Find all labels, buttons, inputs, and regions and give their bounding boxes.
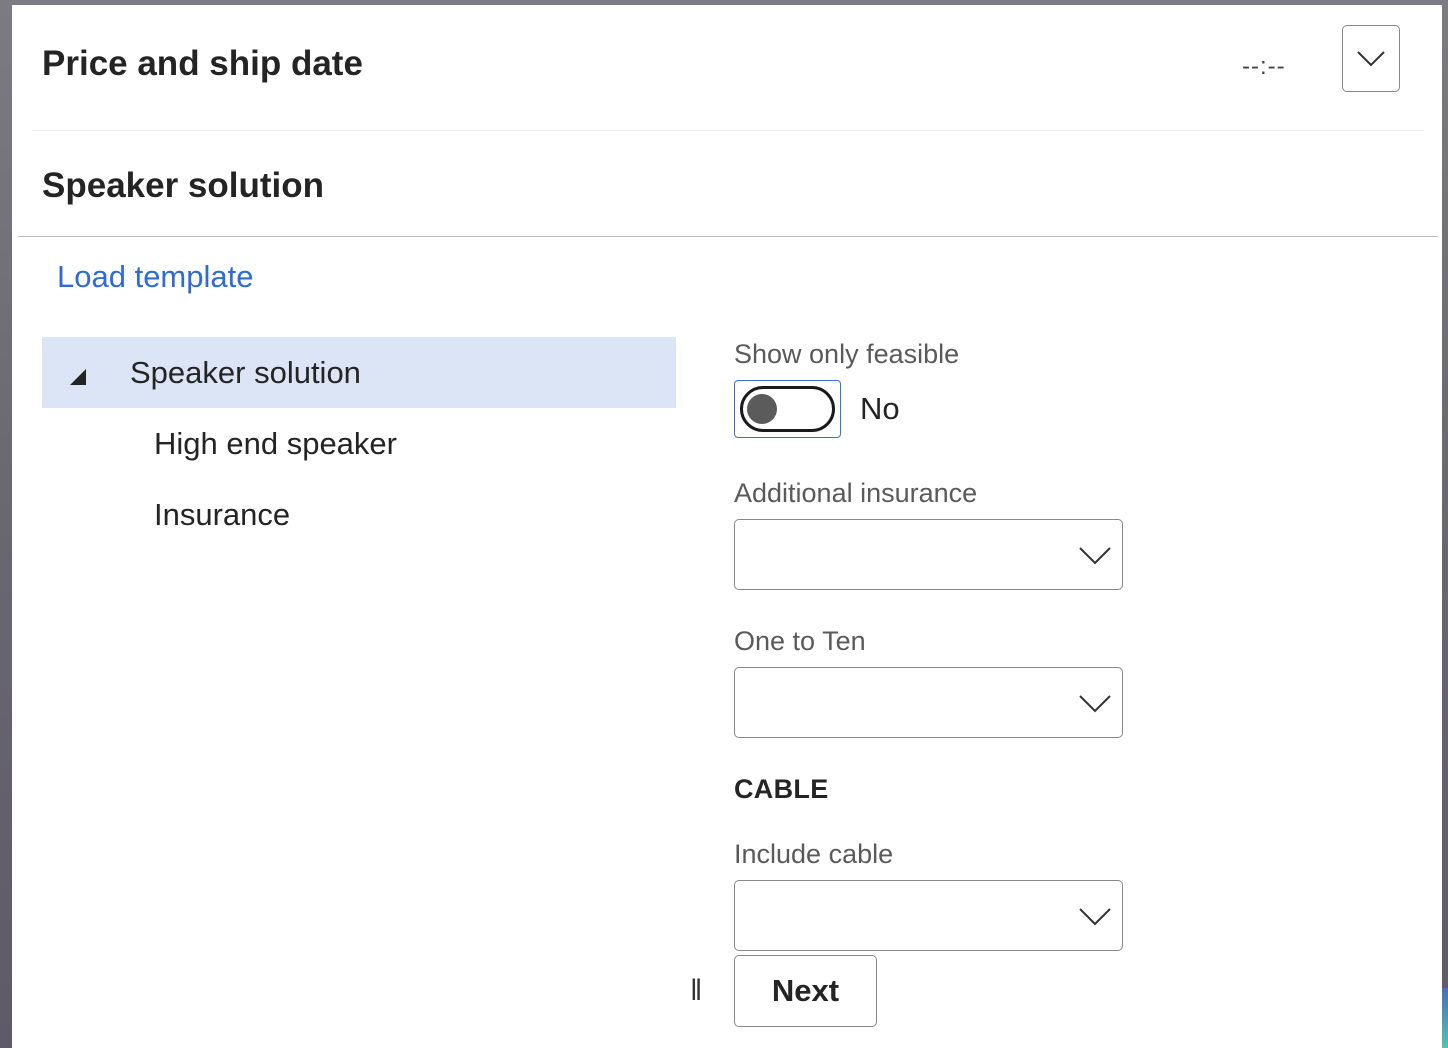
expand-price-button[interactable]: [1342, 25, 1400, 92]
next-button[interactable]: Next: [734, 955, 877, 1027]
price-section-title: Price and ship date: [42, 44, 363, 83]
show-only-feasible-toggle[interactable]: [734, 380, 841, 438]
chevron-down-icon: [1079, 547, 1111, 565]
cable-group-heading: CABLE: [734, 774, 829, 804]
collapse-triangle-icon[interactable]: [68, 359, 88, 385]
one-to-ten-select[interactable]: [734, 667, 1123, 738]
tree-node-high-end-speaker[interactable]: High end speaker: [42, 408, 676, 479]
include-cable-label: Include cable: [734, 839, 894, 869]
tree-node-label: Insurance: [154, 496, 291, 532]
tree-node-label: Speaker solution: [130, 354, 361, 390]
component-tree: Speaker solution High end speaker Insura…: [42, 337, 676, 550]
attribute-form: Show only feasible No Additional insuran…: [734, 339, 1154, 987]
one-to-ten-label: One to Ten: [734, 626, 866, 656]
tree-node-speaker-solution[interactable]: Speaker solution: [42, 337, 676, 408]
speaker-section-title: Speaker solution: [42, 166, 325, 205]
price-value: --:--: [1242, 53, 1286, 80]
chevron-down-icon: [1357, 50, 1385, 66]
show-only-feasible-label: Show only feasible: [734, 339, 960, 369]
additional-insurance-select[interactable]: [734, 519, 1123, 590]
section-divider: [32, 130, 1424, 131]
include-cable-select[interactable]: [734, 880, 1123, 951]
tree-node-label: High end speaker: [154, 425, 397, 461]
section-divider: [18, 236, 1438, 237]
configuration-panel: Price and ship date --:-- Speaker soluti…: [12, 5, 1442, 1048]
chevron-down-icon: [1079, 908, 1111, 926]
load-template-link[interactable]: Load template: [57, 259, 253, 295]
splitter-grip-icon[interactable]: ‖: [690, 976, 702, 1006]
chevron-down-icon: [1079, 695, 1111, 713]
toggle-track: [740, 386, 835, 432]
toggle-thumb: [747, 394, 777, 424]
price-section-header: Price and ship date --:--: [12, 5, 1442, 131]
toggle-state-text: No: [860, 391, 900, 426]
additional-insurance-label: Additional insurance: [734, 478, 978, 508]
tree-node-insurance[interactable]: Insurance: [42, 479, 676, 550]
show-only-feasible-row: No: [734, 380, 1154, 438]
